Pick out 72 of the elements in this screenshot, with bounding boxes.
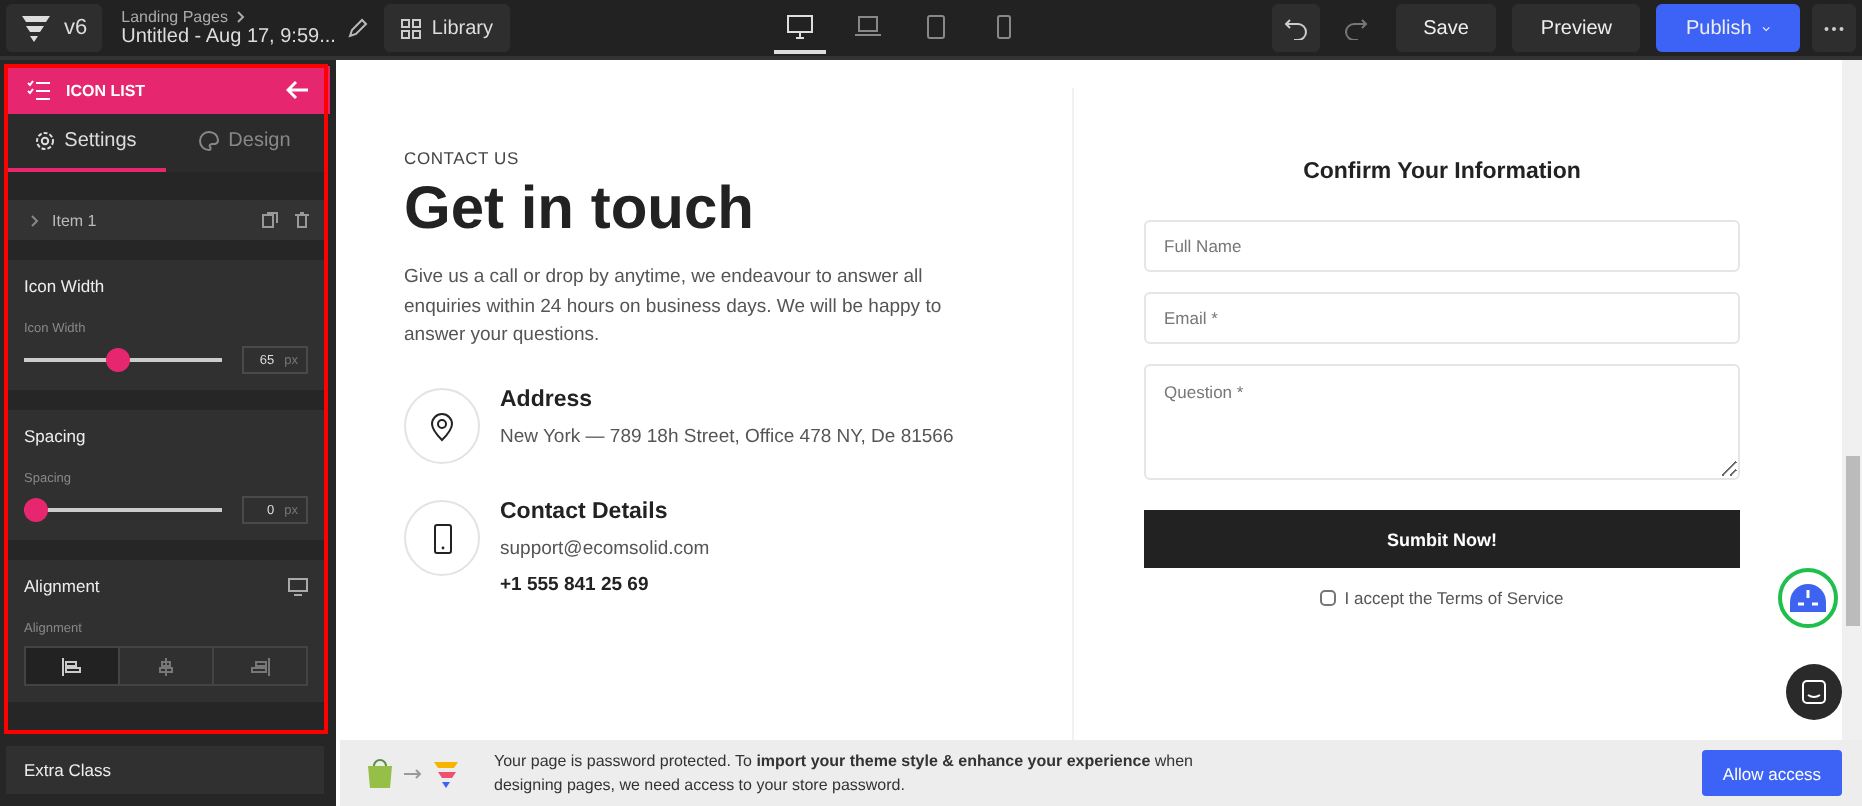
slider-thumb[interactable]	[105, 348, 130, 372]
laptop-icon	[853, 14, 881, 38]
page-title: Untitled - Aug 17, 9:59...	[121, 25, 336, 49]
logo-icon	[432, 759, 460, 787]
chat-icon	[1802, 680, 1826, 704]
more-icon	[1824, 25, 1844, 31]
section-title: Spacing	[24, 426, 86, 446]
question-textarea[interactable]: Question *	[1144, 364, 1740, 480]
panel-tab[interactable]: Settings	[6, 114, 165, 172]
terms-checkbox[interactable]	[1320, 590, 1337, 606]
text-input[interactable]: Email *	[1144, 292, 1740, 344]
version-button[interactable]: v6	[6, 4, 102, 52]
pencil-icon[interactable]	[347, 18, 368, 38]
shopping-bag-icon	[366, 757, 394, 789]
mobile-icon	[995, 13, 1011, 39]
trash-icon[interactable]	[294, 212, 310, 228]
monitor-icon[interactable]	[288, 577, 308, 595]
notice-text: Your page is password protected. To import your theme style & enhance your experience when designing pages, we need access to your store password.	[494, 749, 1196, 797]
back-arrow-icon[interactable]	[286, 80, 310, 100]
submit-button[interactable]: Sumbit Now!	[1144, 510, 1740, 568]
section-title: Extra Class	[24, 760, 111, 780]
intro-paragraph: Give us a call or drop by anytime, we endeavour to answer all enquiries within 24 hours on business days. We will be happy to answer your questions.	[404, 264, 944, 351]
chat-button[interactable]	[1786, 664, 1842, 720]
redo-icon	[1343, 16, 1368, 40]
contact-title: Contact Details	[500, 500, 670, 525]
slider-thumb[interactable]	[24, 498, 48, 522]
panel-title: ICON LIST	[66, 81, 146, 99]
location-pin-icon	[430, 411, 454, 442]
extra-class-section[interactable]: Extra Class	[6, 746, 324, 794]
undo-icon	[1283, 16, 1308, 40]
list-icon	[26, 79, 50, 101]
save-button[interactable]: Save	[1395, 4, 1497, 52]
phone-icon	[433, 523, 451, 554]
grid-icon	[399, 17, 422, 39]
list-item-row[interactable]: Item 1	[6, 200, 324, 240]
speed-widget-button[interactable]	[1778, 568, 1838, 628]
preview-button[interactable]: Preview	[1512, 4, 1640, 52]
page-heading: Get in touch	[404, 176, 756, 244]
form-title: Confirm Your Information	[1301, 160, 1583, 184]
section-title: Alignment	[24, 576, 100, 596]
library-button[interactable]: Library	[383, 4, 509, 52]
align-left-icon	[62, 657, 82, 675]
alignment-option[interactable]	[26, 648, 118, 684]
publish-button[interactable]: Publish	[1656, 4, 1800, 52]
align-right-icon	[250, 657, 270, 675]
item-label: Item 1	[52, 211, 97, 229]
palette-icon	[198, 130, 221, 152]
tablet-icon	[925, 13, 945, 39]
align-center-icon	[156, 657, 176, 675]
chevron-icon	[30, 213, 40, 227]
arrow-right-icon	[404, 767, 422, 779]
contact-line: +1 555 841 25 69	[500, 574, 651, 597]
section-title: Icon Width	[24, 276, 105, 296]
text-input[interactable]: Full Name	[1144, 220, 1740, 272]
copy-icon[interactable]	[262, 212, 278, 228]
monitor-icon	[785, 13, 813, 39]
panel-tab[interactable]: Design	[165, 114, 324, 172]
logo-icon	[20, 14, 52, 42]
breadcrumb-link[interactable]: Landing Pages	[121, 7, 229, 26]
contact-line: support@ecomsolid.com	[500, 538, 710, 561]
undo-button[interactable]	[1271, 4, 1320, 52]
scrollbar-thumb[interactable]	[1846, 456, 1860, 626]
more-button[interactable]	[1812, 4, 1856, 52]
section-eyebrow: CONTACT US	[404, 148, 521, 168]
chevron-icon	[236, 9, 247, 24]
caret-icon	[1761, 23, 1770, 33]
contact-line: New York — 789 18h Street, Office 478 NY, De 81566	[500, 426, 954, 449]
gauge-icon	[1788, 582, 1828, 614]
settings-icon	[34, 130, 57, 152]
contact-title: Address	[500, 388, 595, 413]
allow-access-button[interactable]: Allow access	[1702, 750, 1842, 796]
terms-label: I accept the Terms of Service	[1344, 588, 1564, 608]
